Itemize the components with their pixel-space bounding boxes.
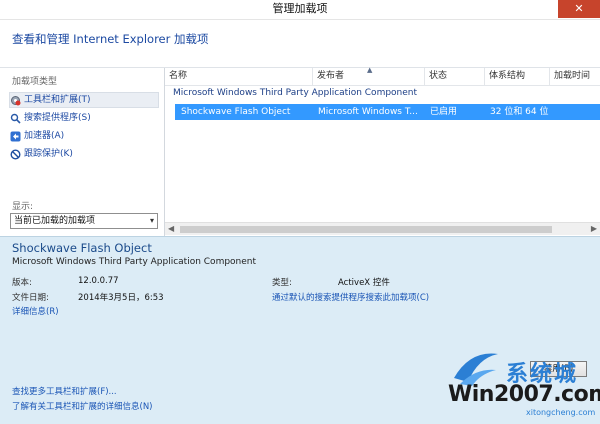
show-filter-select[interactable]: 当前已加载的加载项 ▾ xyxy=(10,213,158,229)
window-title: 管理加载项 xyxy=(272,2,328,15)
sort-ascending-icon: ▲ xyxy=(367,66,373,74)
file-date-value: 2014年3月5日，6:53 xyxy=(78,293,164,303)
chevron-down-icon: ▾ xyxy=(149,216,154,225)
cell-publisher: Microsoft Windows T... xyxy=(318,107,418,117)
column-header-load-time[interactable]: 加载时间 xyxy=(550,68,600,86)
addon-types-pane: 加载项类型 工具栏和扩展(T) 搜索提供程序(S) 加速器(A) 跟踪保护(K) xyxy=(0,68,165,236)
column-header-name[interactable]: 名称 xyxy=(165,68,313,86)
title-bar: 管理加载项 ✕ xyxy=(0,0,600,20)
sidebar-item-label: 跟踪保护(K) xyxy=(24,149,73,159)
column-header-status[interactable]: 状态 xyxy=(425,68,485,86)
file-date-label: 文件日期: xyxy=(12,293,49,303)
sidebar-item-tracking-protection[interactable]: 跟踪保护(K) xyxy=(10,146,73,162)
search-icon xyxy=(10,113,21,124)
sidebar-item-search-providers[interactable]: 搜索提供程序(S) xyxy=(10,110,91,126)
type-value: ActiveX 控件 xyxy=(338,278,390,288)
cell-name: Shockwave Flash Object xyxy=(181,107,291,117)
list-group-header: Microsoft Windows Third Party Applicatio… xyxy=(173,88,418,98)
gear-icon xyxy=(10,95,21,106)
find-more-link[interactable]: 查找更多工具栏和扩展(F)... xyxy=(12,385,117,397)
tracking-protection-icon xyxy=(10,148,21,160)
search-addon-link[interactable]: 通过默认的搜索提供程序搜索此加载项(C) xyxy=(272,291,429,303)
watermark-url: xitongcheng.com xyxy=(526,408,596,417)
sidebar-item-toolbars-extensions[interactable]: 工具栏和扩展(T) xyxy=(9,92,159,108)
sidebar-item-accelerators[interactable]: 加速器(A) xyxy=(10,128,64,144)
close-button[interactable]: ✕ xyxy=(558,0,600,18)
scroll-left-icon[interactable]: ◀ xyxy=(168,224,174,233)
version-value: 12.0.0.77 xyxy=(78,276,119,286)
horizontal-scrollbar[interactable]: ◀ ▶ xyxy=(165,222,600,235)
list-header: 名称 发布者 ▲ 状态 体系结构 加载时间 xyxy=(165,66,600,86)
show-filter-value: 当前已加载的加载项 xyxy=(14,216,96,226)
scroll-right-icon[interactable]: ▶ xyxy=(591,224,597,233)
column-header-architecture[interactable]: 体系结构 xyxy=(485,68,550,86)
table-row[interactable]: Shockwave Flash Object Microsoft Windows… xyxy=(175,104,600,120)
addons-list: 名称 发布者 ▲ 状态 体系结构 加载时间 Microsoft Windows … xyxy=(165,66,600,236)
addon-types-label: 加载项类型 xyxy=(12,77,58,87)
watermark: 系统城 Win2007.com xitongcheng.com xyxy=(448,344,600,424)
more-info-link[interactable]: 详细信息(R) xyxy=(12,305,59,317)
watermark-text: Win2007.com xyxy=(448,382,600,407)
detail-publisher: Microsoft Windows Third Party Applicatio… xyxy=(12,257,257,267)
cell-status: 已启用 xyxy=(430,107,458,117)
header-title: 查看和管理 Internet Explorer 加载项 xyxy=(12,32,209,46)
sidebar-item-label: 工具栏和扩展(T) xyxy=(24,95,91,105)
type-label: 类型: xyxy=(272,278,292,288)
detail-addon-name: Shockwave Flash Object xyxy=(12,241,152,255)
cell-architecture: 32 位和 64 位 xyxy=(490,107,549,117)
manage-addons-window: 管理加载项 ✕ 查看和管理 Internet Explorer 加载项 加载项类… xyxy=(0,0,600,424)
show-label: 显示: xyxy=(12,202,34,212)
version-label: 版本: xyxy=(12,278,32,288)
column-header-publisher-label: 发布者 xyxy=(317,71,345,81)
learn-more-link[interactable]: 了解有关工具栏和扩展的详细信息(N) xyxy=(12,400,153,412)
accelerator-icon xyxy=(10,131,21,142)
scrollbar-thumb[interactable] xyxy=(180,226,552,233)
header-banner: 查看和管理 Internet Explorer 加载项 xyxy=(0,20,600,68)
sidebar-item-label: 搜索提供程序(S) xyxy=(24,113,91,123)
sidebar-item-label: 加速器(A) xyxy=(24,131,65,141)
